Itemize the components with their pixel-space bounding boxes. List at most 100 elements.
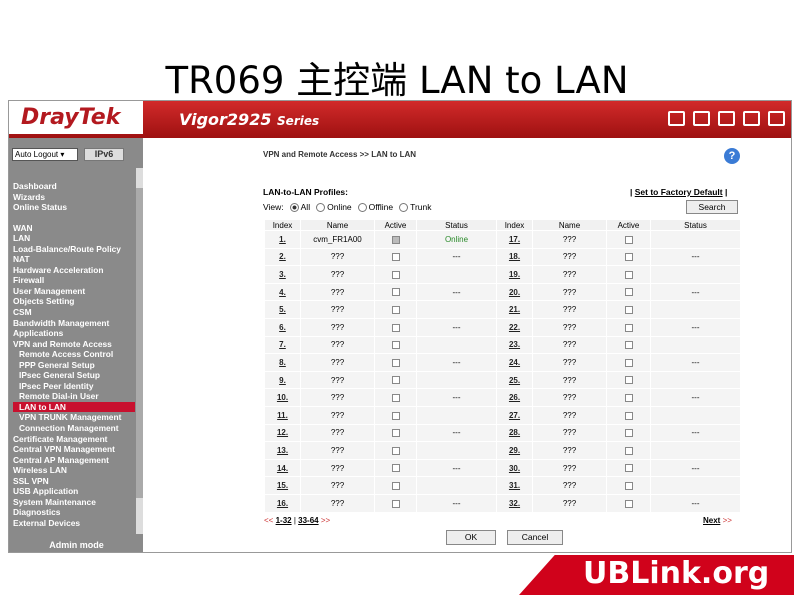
sidebar-item-objects-setting[interactable]: Objects Setting	[13, 296, 135, 307]
active-checkbox[interactable]	[391, 253, 400, 262]
profile-index-link[interactable]: 9.	[264, 370, 301, 390]
view-all-option[interactable]: All	[289, 202, 310, 213]
profile-index-link[interactable]: 32.	[496, 493, 533, 513]
profile-index-link[interactable]: 13.	[264, 441, 301, 460]
sidebar-item-ipsec-general-setup[interactable]: IPsec General Setup	[13, 370, 135, 381]
profile-index-link[interactable]: 15.	[264, 476, 301, 495]
profile-index-link[interactable]: 1.	[264, 230, 301, 249]
sidebar-item-nat[interactable]: NAT	[13, 254, 135, 265]
active-checkbox[interactable]	[624, 446, 633, 455]
active-checkbox[interactable]	[624, 253, 633, 262]
active-checkbox[interactable]	[391, 446, 400, 455]
sidebar-item-hardware-acceleration[interactable]: Hardware Acceleration	[13, 265, 135, 276]
profile-index-link[interactable]: 11.	[264, 405, 301, 425]
active-checkbox[interactable]	[624, 376, 633, 385]
sidebar-item-certificate-management[interactable]: Certificate Management	[13, 434, 135, 445]
active-checkbox[interactable]	[391, 341, 400, 350]
auto-logout-select[interactable]: Auto Logout ▾	[12, 148, 78, 161]
active-checkbox[interactable]	[391, 323, 400, 332]
sidebar-item-central-vpn-management[interactable]: Central VPN Management	[13, 444, 135, 455]
sidebar-item-remote-dial-in-user[interactable]: Remote Dial-in User	[13, 391, 135, 402]
sidebar-item-wireless-lan[interactable]: Wireless LAN	[13, 465, 135, 476]
sidebar-item-applications[interactable]: Applications	[13, 328, 135, 339]
factory-default-link[interactable]: | Set to Factory Default |	[630, 187, 727, 197]
profile-index-link[interactable]: 3.	[264, 265, 301, 284]
profile-index-link[interactable]: 7.	[264, 335, 301, 355]
sidebar-item-vpn-and-remote-access[interactable]: VPN and Remote Access	[13, 339, 135, 350]
profile-index-link[interactable]: 19.	[496, 265, 533, 284]
next-arrows[interactable]: >>	[723, 516, 732, 525]
sidebar-item-bandwidth-management[interactable]: Bandwidth Management	[13, 318, 135, 329]
sidebar-item-dashboard[interactable]: Dashboard	[13, 181, 135, 192]
sidebar-item-external-devices[interactable]: External Devices	[13, 518, 135, 529]
profile-index-link[interactable]: 10.	[264, 388, 301, 407]
sidebar-item-ipsec-peer-identity[interactable]: IPsec Peer Identity	[13, 381, 135, 392]
active-checkbox[interactable]	[624, 270, 633, 279]
logout-icon[interactable]	[768, 111, 785, 126]
active-checkbox[interactable]	[391, 306, 400, 315]
active-checkbox[interactable]	[391, 482, 400, 490]
active-checkbox[interactable]	[624, 358, 633, 367]
quick-start-icon[interactable]	[693, 111, 710, 126]
profile-index-link[interactable]: 25.	[496, 370, 533, 390]
profile-index-link[interactable]: 20.	[496, 282, 533, 302]
view-offline-option[interactable]: Offline	[357, 202, 393, 213]
profile-index-link[interactable]: 30.	[496, 458, 533, 478]
profile-index-link[interactable]: 6.	[264, 317, 301, 337]
active-checkbox[interactable]	[391, 376, 400, 385]
active-checkbox[interactable]	[391, 235, 400, 244]
active-checkbox[interactable]	[391, 429, 400, 438]
sidebar-item-remote-access-control[interactable]: Remote Access Control	[13, 349, 135, 360]
cancel-button[interactable]: Cancel	[507, 530, 563, 545]
active-checkbox[interactable]	[391, 394, 400, 403]
active-checkbox[interactable]	[624, 429, 633, 438]
ok-button[interactable]: OK	[446, 530, 496, 545]
sidebar-item-online-status[interactable]: Online Status	[13, 202, 135, 213]
sidebar-item-diagnostics[interactable]: Diagnostics	[13, 507, 135, 518]
active-checkbox[interactable]	[391, 464, 400, 473]
active-checkbox[interactable]	[624, 394, 633, 403]
active-checkbox[interactable]	[624, 482, 633, 490]
active-checkbox[interactable]	[624, 323, 633, 332]
page-33-64-link[interactable]: 33-64	[298, 516, 318, 525]
settings-sliders-icon[interactable]	[718, 111, 735, 126]
radio-icon[interactable]	[289, 203, 299, 213]
factory-default-label[interactable]: Set to Factory Default	[635, 187, 723, 197]
profile-index-link[interactable]: 28.	[496, 423, 533, 443]
active-checkbox[interactable]	[624, 499, 633, 508]
profile-index-link[interactable]: 2.	[264, 247, 301, 267]
sidebar-item-usb-application[interactable]: USB Application	[13, 486, 135, 497]
active-checkbox[interactable]	[391, 411, 400, 420]
view-online-option[interactable]: Online	[316, 202, 352, 213]
page-1-32-link[interactable]: 1-32	[276, 516, 292, 525]
active-checkbox[interactable]	[391, 358, 400, 367]
radio-icon[interactable]	[399, 203, 409, 213]
save-icon[interactable]	[743, 111, 760, 126]
sidebar-item-central-ap-management[interactable]: Central AP Management	[13, 455, 135, 466]
profile-index-link[interactable]: 23.	[496, 335, 533, 355]
profile-index-link[interactable]: 18.	[496, 247, 533, 267]
home-icon[interactable]	[668, 111, 685, 126]
view-trunk-option[interactable]: Trunk	[399, 202, 432, 213]
pager-prev[interactable]: <<	[264, 516, 273, 525]
sidebar-item-firewall[interactable]: Firewall	[13, 275, 135, 286]
profile-index-link[interactable]: 27.	[496, 405, 533, 425]
profile-index-link[interactable]: 31.	[496, 476, 533, 495]
sidebar-item-csm[interactable]: CSM	[13, 307, 135, 318]
profile-index-link[interactable]: 24.	[496, 353, 533, 372]
profile-index-link[interactable]: 8.	[264, 353, 301, 372]
sidebar-item-connection-management[interactable]: Connection Management	[13, 423, 135, 434]
radio-icon[interactable]	[316, 203, 326, 213]
sidebar-item-lan-to-lan[interactable]: LAN to LAN	[13, 401, 135, 413]
profile-index-link[interactable]: 26.	[496, 388, 533, 407]
active-checkbox[interactable]	[624, 288, 633, 297]
sidebar-item-vpn-trunk-management[interactable]: VPN TRUNK Management	[13, 412, 135, 423]
profile-index-link[interactable]: 29.	[496, 441, 533, 460]
profile-index-link[interactable]: 22.	[496, 317, 533, 337]
active-checkbox[interactable]	[624, 235, 633, 244]
profile-index-link[interactable]: 17.	[496, 230, 533, 249]
active-checkbox[interactable]	[391, 499, 400, 508]
active-checkbox[interactable]	[624, 341, 633, 350]
pager-next-arrows[interactable]: >>	[321, 516, 330, 525]
active-checkbox[interactable]	[624, 306, 633, 315]
